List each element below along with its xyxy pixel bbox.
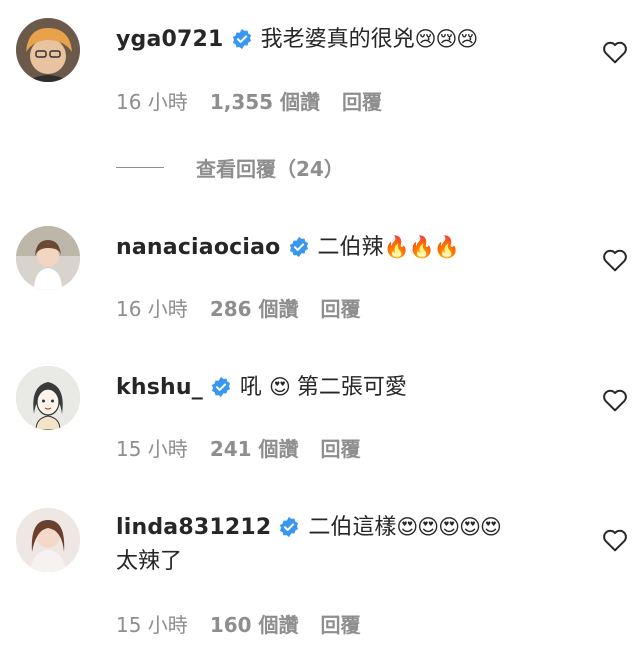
like-count[interactable]: 286 個讚 (210, 297, 299, 321)
heart-icon[interactable] (602, 248, 628, 272)
divider-dash (116, 166, 164, 168)
comment-text-line: linda831212 二伯這樣😍😍😍😍😍 (116, 510, 568, 545)
reply-button[interactable]: 回覆 (321, 297, 361, 321)
timestamp[interactable]: 16 小時 (116, 90, 188, 114)
emoji-text: 🔥🔥🔥 (383, 235, 460, 259)
heart-icon[interactable] (602, 40, 628, 64)
verified-badge-icon (289, 236, 308, 258)
verified-badge-icon (280, 516, 299, 538)
like-count[interactable]: 1,355 個讚 (210, 90, 320, 114)
timestamp[interactable]: 16 小時 (116, 297, 188, 321)
like-count[interactable]: 160 個讚 (210, 613, 299, 637)
comment-meta: 16 小時 286 個讚 回覆 (116, 293, 383, 322)
comment-text: 我老婆真的很兇 (260, 27, 415, 52)
username[interactable]: linda831212 (116, 515, 271, 540)
like-count[interactable]: 241 個讚 (210, 437, 299, 461)
heart-icon[interactable] (602, 528, 628, 552)
comment-text-line-2: 太辣了 (116, 545, 568, 579)
comment-text: 第二張可愛 (296, 375, 407, 400)
avatar[interactable] (16, 226, 80, 290)
comment-text-line: yga0721 我老婆真的很兇😢😢😢 (116, 22, 568, 57)
comment-meta: 16 小時 1,355 個讚 回覆 (116, 86, 404, 115)
emoji-text: 😍 (268, 375, 291, 399)
comment-text: 二伯辣 (317, 235, 384, 260)
avatar[interactable] (16, 508, 80, 572)
reply-button[interactable]: 回覆 (342, 90, 382, 114)
username[interactable]: yga0721 (116, 27, 224, 52)
verified-badge-icon (211, 376, 230, 398)
timestamp[interactable]: 15 小時 (116, 437, 188, 461)
comment-text-prefix: 吼 (239, 375, 262, 400)
view-replies-label: 查看回覆（24） (196, 156, 344, 181)
avatar[interactable] (16, 18, 80, 82)
comment-text-line: khshu_ 吼 😍 第二張可愛 (116, 370, 568, 405)
comment-meta: 15 小時 241 個讚 回覆 (116, 433, 383, 462)
username[interactable]: nanaciaociao (116, 235, 281, 260)
comment-text-line: nanaciaociao 二伯辣🔥🔥🔥 (116, 230, 568, 265)
emoji-text: 😢😢😢 (414, 27, 479, 51)
comment-text: 二伯這樣 (308, 515, 397, 540)
comment-text-2: 太辣了 (116, 549, 183, 574)
reply-button[interactable]: 回覆 (321, 437, 361, 461)
reply-button[interactable]: 回覆 (321, 613, 361, 637)
comment-meta: 15 小時 160 個讚 回覆 (116, 609, 383, 638)
avatar[interactable] (16, 366, 80, 430)
heart-icon[interactable] (602, 388, 628, 412)
username[interactable]: khshu_ (116, 375, 203, 400)
timestamp[interactable]: 15 小時 (116, 613, 188, 637)
emoji-text: 😍😍😍😍😍 (396, 515, 501, 539)
verified-badge-icon (232, 28, 251, 50)
view-replies-button[interactable]: 查看回覆（24） (116, 152, 344, 182)
